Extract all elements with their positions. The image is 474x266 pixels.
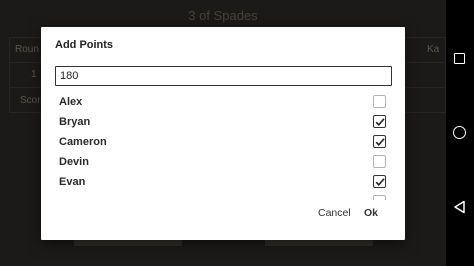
ok-button[interactable]: Ok <box>364 207 378 219</box>
points-input[interactable] <box>55 66 392 86</box>
player-name: Devin <box>59 156 89 168</box>
list-item[interactable]: Evan <box>41 172 405 192</box>
player-list[interactable]: Alex Bryan Cameron Devin Evan <box>41 92 405 200</box>
player-name: Cameron <box>59 136 107 148</box>
player-name: Bryan <box>59 116 91 128</box>
player-checkbox[interactable] <box>373 135 386 148</box>
dialog-title: Add Points <box>55 39 114 51</box>
system-nav-bar <box>446 0 474 266</box>
player-name: Evan <box>59 176 86 188</box>
player-checkbox[interactable] <box>373 95 386 108</box>
player-checkbox[interactable] <box>373 175 386 188</box>
list-item[interactable]: Devin <box>41 152 405 172</box>
home-circle-icon[interactable] <box>453 126 467 140</box>
recents-square-icon[interactable] <box>453 52 467 66</box>
list-item[interactable]: Bryan <box>41 112 405 132</box>
list-item[interactable]: Cameron <box>41 132 405 152</box>
list-item[interactable]: Alex <box>41 92 405 112</box>
list-item-partial[interactable] <box>41 192 405 200</box>
cancel-button[interactable]: Cancel <box>318 207 351 219</box>
dialog-actions: Cancel Ok <box>41 207 405 221</box>
back-triangle-icon[interactable] <box>453 200 467 214</box>
player-checkbox[interactable] <box>373 155 386 168</box>
add-points-dialog: Add Points Alex Bryan Cameron Devin Evan <box>41 27 405 240</box>
player-checkbox[interactable] <box>373 115 386 128</box>
player-checkbox[interactable] <box>373 195 386 200</box>
player-name: Alex <box>59 96 83 108</box>
